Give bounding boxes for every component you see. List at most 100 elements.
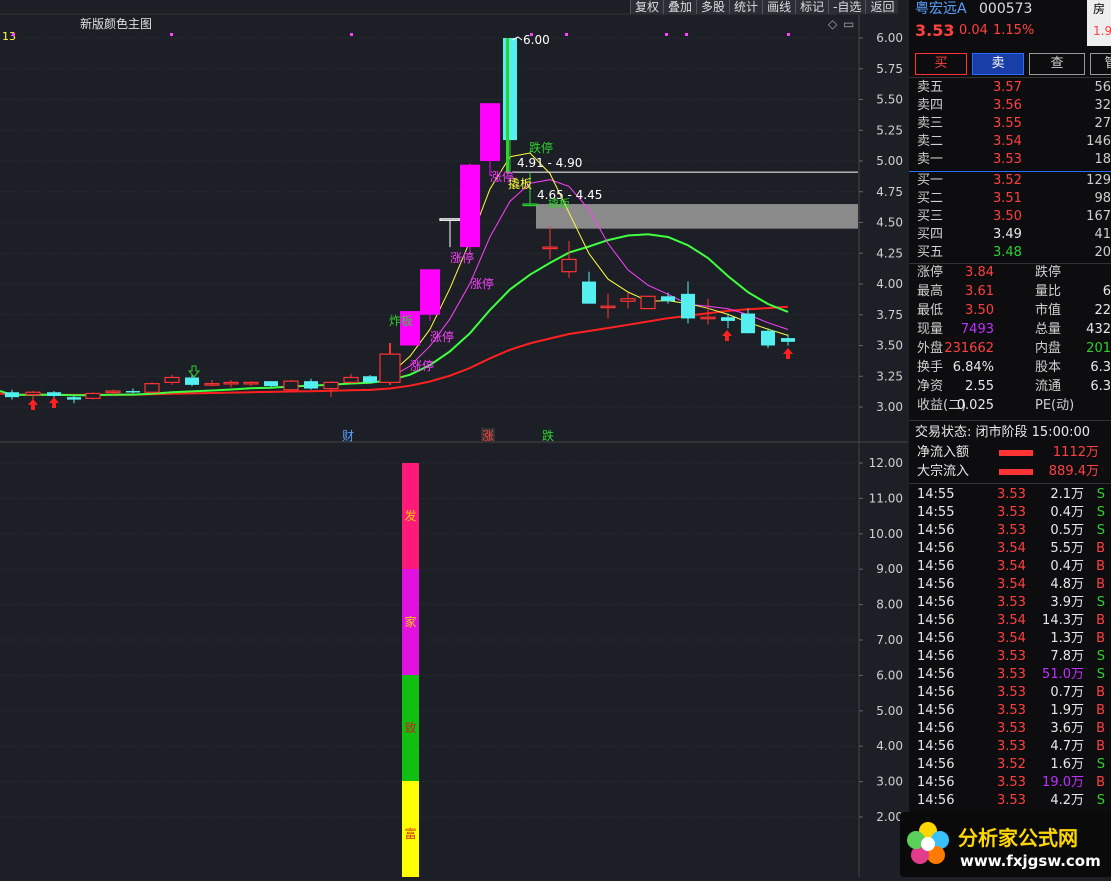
stat-key: 最高 — [917, 284, 944, 299]
tick-price: 3.53 — [997, 775, 1026, 790]
candle-body — [661, 296, 675, 302]
level-volume: 129 — [1086, 173, 1111, 188]
stat-key: 内盘 — [1035, 341, 1062, 356]
tick-side: B — [1096, 613, 1105, 628]
kline-chart[interactable]: 6.00 5.75 5.50 5.25 5.00 4.75 4.50 4.25 4.00 3.75… — [0, 0, 908, 877]
level-price: 3.56 — [993, 98, 1022, 113]
tick-volume: 4.2万 — [1050, 793, 1084, 808]
tick-row: 14:56 3.54 4.8万 B — [909, 576, 1111, 594]
tick-time: 14:56 — [917, 685, 955, 700]
stat-value: 2.55 — [965, 379, 994, 394]
stat-value: 6 — [1102, 284, 1111, 299]
candle-body — [85, 392, 101, 399]
tick-volume: 3.9万 — [1050, 595, 1084, 610]
tick-price: 3.54 — [997, 577, 1026, 592]
bid-row[interactable]: 买二 3.51 98 — [909, 190, 1111, 208]
qiaoban-label: 撬板 — [548, 196, 570, 210]
tick-side: S — [1096, 649, 1105, 664]
tick-time: 14:56 — [917, 559, 955, 574]
tick-time: 14:56 — [917, 523, 955, 538]
stat-value: 3.84 — [965, 265, 994, 280]
candle-body — [460, 164, 480, 248]
toolbar-watchlist-button[interactable]: -自选 — [828, 0, 866, 14]
bid-row[interactable]: 买五 3.48 20 — [909, 244, 1111, 262]
tick-price: 3.54 — [997, 631, 1026, 646]
tick-volume: 1.6万 — [1050, 757, 1084, 772]
toolbar-mark-button[interactable]: 标记 — [795, 0, 829, 14]
tick-side: S — [1096, 595, 1105, 610]
tick-side: B — [1096, 685, 1105, 700]
manage-button[interactable]: 管 — [1090, 53, 1111, 75]
sell-button[interactable]: 卖 — [972, 53, 1024, 75]
tick-price: 3.53 — [997, 649, 1026, 664]
candle-body — [582, 281, 596, 304]
bid-row[interactable]: 买四 3.49 41 — [909, 226, 1111, 244]
buy-button[interactable]: 买 — [915, 53, 967, 75]
flow-value: 889.4万 — [1048, 464, 1099, 479]
tick-time: 14:55 — [917, 487, 955, 502]
level-label: 买二 — [917, 191, 944, 206]
diamond-icon[interactable]: ◇ — [828, 17, 838, 31]
ask-row[interactable]: 卖二 3.54 146 — [909, 133, 1111, 151]
level-volume: 56 — [1094, 80, 1111, 95]
tick-row: 14:56 3.54 0.4万 B — [909, 558, 1111, 576]
level-price: 3.51 — [993, 191, 1022, 206]
event-marker[interactable]: 涨 — [482, 428, 494, 443]
candle-body — [25, 391, 41, 396]
event-marker[interactable]: 财 — [342, 429, 354, 443]
tick-row: 14:55 3.53 2.1万 S — [909, 486, 1111, 504]
zone1-label: 4.91 - 4.90 — [517, 156, 582, 170]
tick-row: 14:56 3.54 1.3万 B — [909, 630, 1111, 648]
tick-side: S — [1096, 487, 1105, 502]
tick-side: B — [1096, 631, 1105, 646]
watermark-url: www.fxjgsw.com — [960, 852, 1101, 870]
candle-body — [681, 293, 695, 319]
minimize-icon[interactable]: ▭ — [843, 17, 854, 31]
bid-row[interactable]: 买一 3.52 129 — [909, 172, 1111, 190]
ask-row[interactable]: 卖一 3.53 18 — [909, 151, 1111, 169]
bid-row[interactable]: 买三 3.50 167 — [909, 208, 1111, 226]
stats-row: 现量 7493 总量 432 — [909, 321, 1111, 339]
ask-row[interactable]: 卖五 3.57 56 — [909, 79, 1111, 97]
toolbar-back-button[interactable]: 返回 — [865, 0, 899, 14]
level-price: 3.49 — [993, 227, 1022, 242]
limit-down-bar — [506, 38, 509, 174]
stat-value: 22 — [1094, 303, 1111, 318]
candle-body — [522, 203, 538, 207]
tick-side: S — [1096, 757, 1105, 772]
tick-volume: 51.0万 — [1042, 667, 1084, 682]
candle-body — [561, 258, 577, 273]
tick-price: 3.53 — [997, 667, 1026, 682]
candle-body — [164, 376, 180, 384]
toolbar-overlay-button[interactable]: 叠加 — [663, 0, 697, 14]
candle-body — [243, 381, 259, 385]
tick-side: S — [1096, 667, 1105, 682]
flow-row: 净流入额 1112万 — [909, 444, 1111, 462]
stat-key: PE(动) — [1035, 398, 1075, 413]
level-volume: 18 — [1094, 152, 1111, 167]
toolbar-draw-button[interactable]: 画线 — [762, 0, 796, 14]
tick-side: B — [1096, 559, 1105, 574]
toolbar-stats-button[interactable]: 统计 — [729, 0, 763, 14]
ask-row[interactable]: 卖四 3.56 32 — [909, 97, 1111, 115]
query-button[interactable]: 查 — [1029, 53, 1085, 75]
toolbar-multi-button[interactable]: 多股 — [696, 0, 730, 14]
divider — [909, 483, 1111, 484]
ask-row[interactable]: 卖三 3.55 27 — [909, 115, 1111, 133]
stat-key: 最低 — [917, 303, 944, 318]
signal-dot — [170, 33, 173, 36]
tick-side: S — [1096, 505, 1105, 520]
tick-row: 14:55 3.53 0.4万 S — [909, 504, 1111, 522]
event-marker[interactable]: 跌 — [542, 428, 554, 443]
limit-up-label: 涨停 — [450, 250, 474, 265]
tick-volume: 4.7万 — [1050, 739, 1084, 754]
stats-row: 最高 3.61 量比 6 — [909, 283, 1111, 301]
divider — [909, 77, 1111, 78]
level-label: 卖四 — [917, 98, 944, 113]
level-label: 买五 — [917, 245, 944, 260]
candle-body — [343, 376, 359, 384]
limit-up-label: 涨停 — [430, 329, 454, 344]
toolbar-fuquan-button[interactable]: 复权 — [630, 0, 664, 14]
tick-time: 14:56 — [917, 757, 955, 772]
tick-side: B — [1096, 721, 1105, 736]
